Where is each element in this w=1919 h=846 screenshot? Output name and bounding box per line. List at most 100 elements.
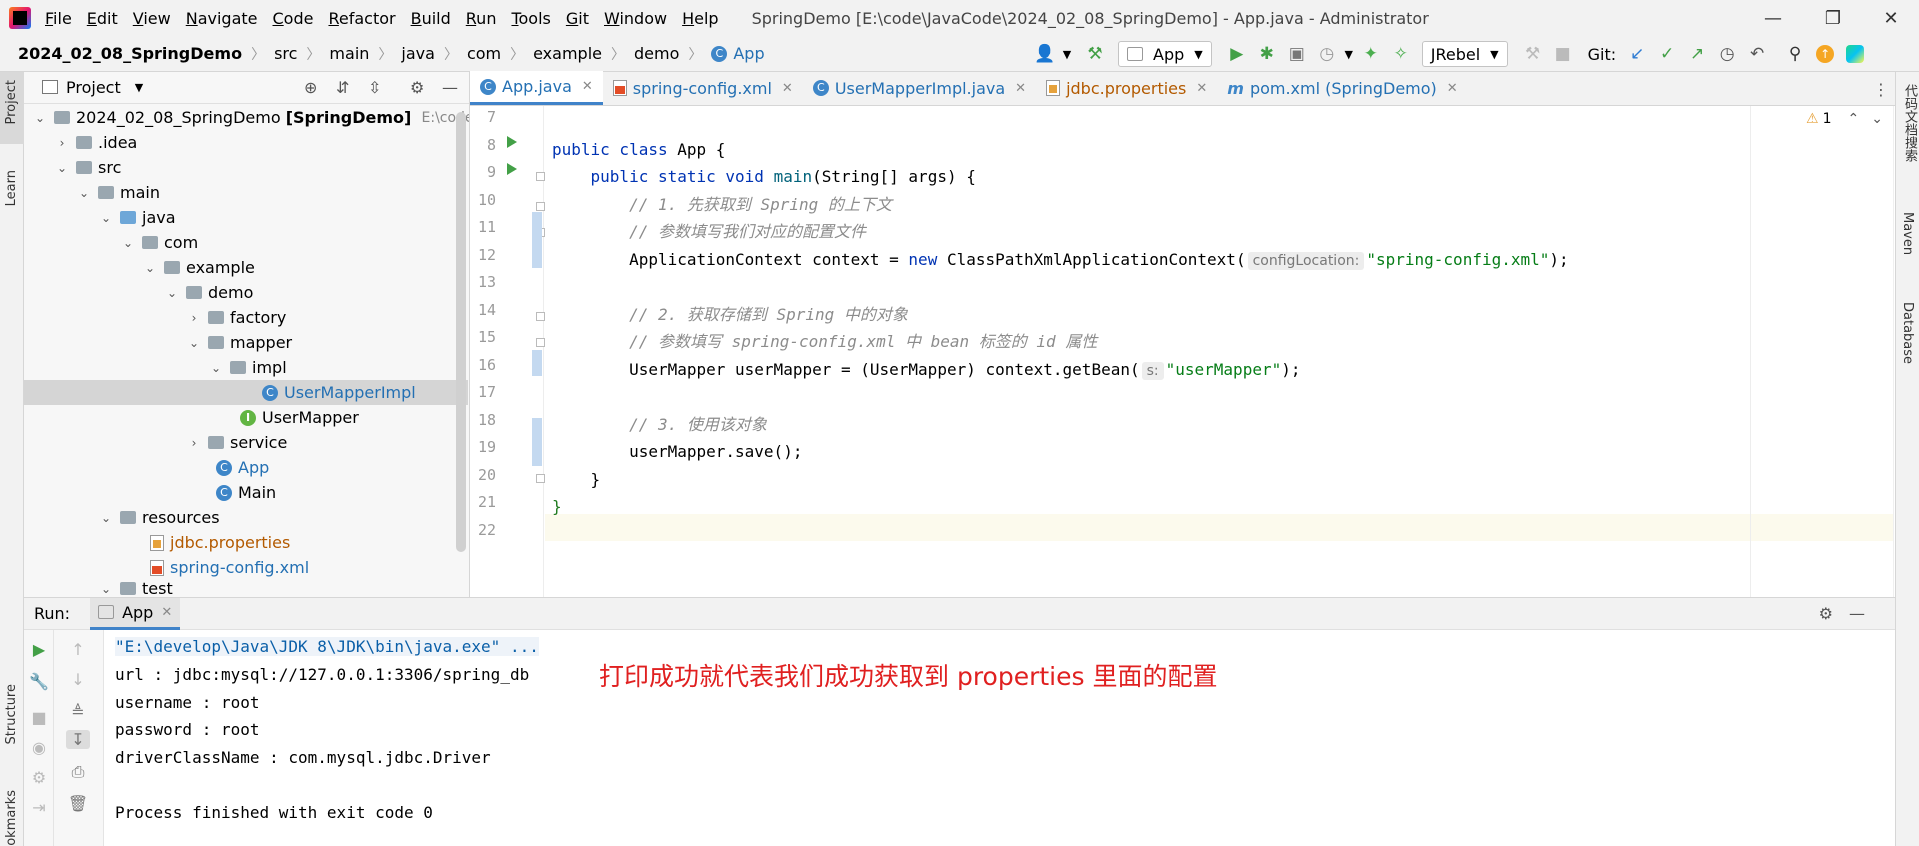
tab-usermapperimpl[interactable]: C UserMapperImpl.java ✕ — [803, 71, 1036, 105]
jrebel-select[interactable]: JRebel ▼ — [1421, 41, 1508, 67]
tree-item-spring-config[interactable]: spring-config.xml — [24, 555, 309, 580]
database-tool-tab[interactable]: Database — [1900, 302, 1915, 364]
tree-item-usermapper[interactable]: I UserMapper — [24, 405, 359, 430]
print-icon[interactable]: ⎙ — [66, 762, 90, 782]
tab-pom-xml[interactable]: m pom.xml (SpringDemo) ✕ — [1217, 71, 1467, 105]
code-editor[interactable]: 7 8 9 10 11 12 13 14 15 16 17 18 19 20 2… — [470, 106, 1919, 597]
breadcrumb-com[interactable]: com — [463, 44, 505, 63]
vcs-change-marker[interactable] — [532, 350, 542, 376]
chevron-up-icon[interactable]: ⌃ — [1847, 111, 1859, 127]
menu-edit[interactable]: Edit — [87, 9, 118, 28]
fold-marker-icon[interactable] — [536, 338, 545, 347]
user-icon[interactable]: 👤 — [1030, 39, 1060, 69]
tree-item-src[interactable]: ⌄ src — [24, 155, 121, 180]
hide-panel-icon[interactable]: — — [1849, 604, 1865, 623]
tree-item-resources[interactable]: ⌄ resources — [24, 505, 220, 530]
menu-navigate[interactable]: Navigate — [186, 9, 258, 28]
chevron-down-icon[interactable]: ▼ — [1060, 39, 1074, 69]
breadcrumb-example[interactable]: example — [529, 44, 606, 63]
git-update-icon[interactable]: ↙ — [1622, 39, 1652, 69]
project-tool-tab[interactable]: Project — [4, 80, 19, 124]
build-hammer-icon[interactable]: ⚒ — [1080, 39, 1110, 69]
minimize-icon[interactable]: — — [1745, 0, 1801, 36]
jrebel-debug-icon[interactable]: ✧ — [1386, 39, 1416, 69]
close-tab-icon[interactable]: ✕ — [782, 81, 793, 96]
rerun-icon[interactable]: ▶ — [27, 640, 51, 659]
close-tab-icon[interactable]: ✕ — [1015, 81, 1026, 96]
camera-icon[interactable]: ◉ — [27, 738, 51, 757]
menu-build[interactable]: Build — [411, 9, 451, 28]
arrow-down-icon[interactable]: ↓ — [66, 670, 90, 689]
close-tab-icon[interactable]: ✕ — [582, 79, 593, 94]
chevron-down-icon[interactable]: ⌄ — [1871, 111, 1883, 127]
menu-git[interactable]: Git — [566, 9, 589, 28]
project-scrollbar[interactable] — [456, 112, 466, 552]
hammer-disabled-icon[interactable]: ⚒ — [1518, 39, 1548, 69]
menu-file[interactable]: File — [45, 9, 72, 28]
jetbrains-logo-icon[interactable] — [1840, 39, 1870, 69]
scroll-to-end-icon[interactable]: ↧ — [66, 730, 90, 749]
close-tab-icon[interactable]: ✕ — [1447, 81, 1458, 96]
menu-help[interactable]: Help — [682, 9, 718, 28]
stop-icon[interactable]: ■ — [27, 708, 51, 727]
close-icon[interactable]: ✕ — [1863, 0, 1919, 36]
breadcrumb-src[interactable]: src — [270, 44, 301, 63]
tree-item-test[interactable]: ⌄ test — [24, 580, 173, 597]
arrow-up-icon[interactable]: ↑ — [66, 640, 90, 659]
maven-tool-tab[interactable]: Maven — [1900, 212, 1915, 255]
tree-item-java[interactable]: ⌄ java — [24, 205, 176, 230]
doc-search-tool-tab[interactable]: 代码文档搜索 — [1900, 84, 1919, 162]
update-icon[interactable]: ↑ — [1810, 39, 1840, 69]
gear-icon[interactable]: ⚙ — [410, 78, 424, 97]
breadcrumb-demo[interactable]: demo — [630, 44, 683, 63]
bookmarks-tool-tab[interactable]: Bookmarks — [4, 790, 19, 846]
tree-item-example[interactable]: ⌄ example — [24, 255, 255, 280]
more-tabs-icon[interactable]: ⋮ — [1873, 80, 1889, 99]
login-icon[interactable]: ⇥ — [27, 798, 51, 817]
collapse-all-icon[interactable]: ⇳ — [368, 78, 381, 97]
tree-item-main[interactable]: ⌄ main — [24, 180, 160, 205]
debug-bug-icon[interactable]: ✱ — [1252, 39, 1282, 69]
fold-marker-icon[interactable] — [536, 202, 545, 211]
fold-marker-icon[interactable] — [536, 172, 545, 181]
menu-code[interactable]: Code — [273, 9, 314, 28]
soft-wrap-icon[interactable]: ≜ — [66, 702, 90, 721]
breadcrumb-app[interactable]: C App — [707, 44, 768, 63]
fold-marker-icon[interactable] — [536, 312, 545, 321]
inspection-widget[interactable]: ⚠ 1 ⌃ ⌄ — [1806, 106, 1883, 132]
locate-icon[interactable]: ⊕ — [304, 78, 317, 97]
learn-tool-tab[interactable]: Learn — [4, 170, 19, 206]
close-tab-icon[interactable]: ✕ — [1196, 81, 1207, 96]
tree-item-project-root[interactable]: ⌄ 2024_02_08_SpringDemo [SpringDemo] E:\… — [24, 105, 469, 130]
tree-item-factory[interactable]: › factory — [24, 305, 287, 330]
run-gutter-icon[interactable] — [507, 163, 517, 175]
tab-app-java[interactable]: C App.java ✕ — [470, 71, 603, 105]
breadcrumb-java[interactable]: java — [397, 44, 439, 63]
menu-run[interactable]: Run — [466, 9, 497, 28]
tree-item-app[interactable]: C App — [24, 455, 269, 480]
exit-icon[interactable]: ⚙ — [27, 768, 51, 787]
tree-item-usermapperimpl[interactable]: C UserMapperImpl — [24, 380, 468, 405]
menu-view[interactable]: View — [133, 9, 171, 28]
fold-marker-icon[interactable] — [536, 474, 545, 483]
project-panel-title[interactable]: Project — [66, 78, 121, 97]
rollback-icon[interactable]: ↶ — [1742, 39, 1772, 69]
breadcrumb-project[interactable]: 2024_02_08_SpringDemo — [14, 44, 246, 63]
run-icon[interactable]: ▶ — [1222, 39, 1252, 69]
tree-item-service[interactable]: › service — [24, 430, 288, 455]
jrebel-run-icon[interactable]: ✦ — [1356, 39, 1386, 69]
tab-spring-config[interactable]: spring-config.xml ✕ — [603, 71, 803, 105]
wrench-icon[interactable]: 🔧 — [27, 672, 51, 691]
vcs-change-marker[interactable] — [532, 418, 542, 466]
hide-panel-icon[interactable]: — — [442, 78, 458, 97]
output-line-command[interactable]: "E:\develop\Java\JDK 8\JDK\bin\java.exe"… — [115, 637, 539, 656]
history-clock-icon[interactable]: ◷ — [1712, 39, 1742, 69]
tree-item-com[interactable]: ⌄ com — [24, 230, 198, 255]
menu-window[interactable]: Window — [604, 9, 667, 28]
git-push-icon[interactable]: ↗ — [1682, 39, 1712, 69]
breadcrumb-main[interactable]: main — [325, 44, 373, 63]
search-icon[interactable]: ⚲ — [1780, 39, 1810, 69]
tree-item-impl[interactable]: ⌄ impl — [24, 355, 287, 380]
more-run-chevron-icon[interactable]: ▼ — [1342, 39, 1356, 69]
tree-item-main-class[interactable]: C Main — [24, 480, 276, 505]
